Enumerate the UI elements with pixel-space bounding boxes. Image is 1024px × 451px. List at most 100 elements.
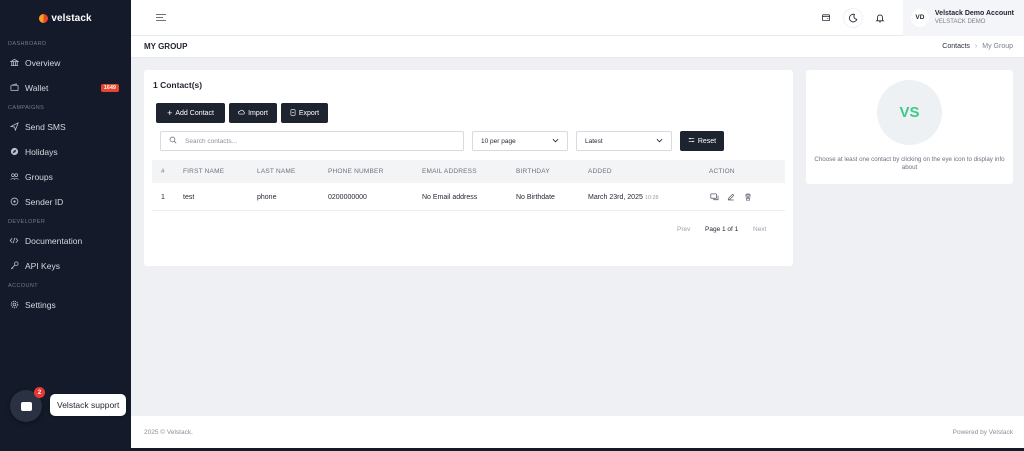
- menu-toggle-icon[interactable]: [156, 14, 166, 21]
- column-header-last-name[interactable]: LAST NAME: [257, 160, 296, 183]
- sidebar-item-settings[interactable]: Settings: [0, 292, 131, 317]
- sidebar-item-label: Holidays: [25, 146, 58, 157]
- breadcrumb: Contacts › My Group: [942, 43, 1013, 50]
- users-icon: [9, 172, 19, 182]
- sidebar-item-label: Documentation: [25, 235, 83, 246]
- target-icon: [9, 197, 19, 207]
- file-export-icon: [290, 108, 296, 118]
- sort-value: Latest: [585, 137, 603, 145]
- import-button[interactable]: Import: [229, 103, 277, 123]
- moon-icon[interactable]: [843, 8, 862, 27]
- per-page-select[interactable]: 10 per page: [472, 131, 568, 151]
- view-contact-icon[interactable]: [710, 193, 719, 203]
- page-title: MY GROUP: [144, 42, 188, 51]
- chat-unread-badge: 2: [34, 387, 45, 398]
- wallet-icon: [9, 83, 19, 93]
- sidebar-section-campaigns: CAMPAIGNS: [8, 105, 45, 111]
- account-org: VELSTACK DEMO: [934, 19, 986, 25]
- per-page-value: 10 per page: [481, 137, 516, 145]
- table-row: 1 test phone 0200000000 No Email address…: [152, 185, 785, 211]
- plus-icon: +: [167, 108, 173, 118]
- account-menu[interactable]: VD Velstack Demo Account VELSTACK DEMO: [902, 0, 1024, 36]
- sidebar-section-dashboard: DASHBOARD: [8, 41, 47, 47]
- column-header-first-name[interactable]: FIRST NAME: [183, 160, 224, 183]
- trash-icon[interactable]: [744, 193, 752, 203]
- column-header-index: #: [161, 168, 165, 175]
- wallet-balance-badge: 1649: [100, 83, 119, 92]
- chat-icon: [20, 401, 32, 411]
- bell-icon[interactable]: [871, 9, 889, 27]
- code-icon: [9, 236, 19, 246]
- brand-logo[interactable]: velstack: [0, 0, 131, 36]
- column-header-email[interactable]: EMAIL ADDRESS: [422, 160, 477, 183]
- add-contact-button[interactable]: + Add Contact: [156, 103, 225, 123]
- sliders-icon: [688, 137, 695, 145]
- edit-icon[interactable]: [727, 193, 735, 203]
- sidebar-item-documentation[interactable]: Documentation: [0, 228, 131, 253]
- top-header: VD Velstack Demo Account VELSTACK DEMO: [131, 0, 1024, 36]
- sidebar-item-api-keys[interactable]: API Keys: [0, 253, 131, 278]
- sidebar-item-label: Overview: [25, 57, 61, 68]
- reset-button[interactable]: Reset: [680, 131, 724, 151]
- added-date: March 23rd, 2025: [588, 194, 643, 201]
- search-input[interactable]: [185, 137, 445, 145]
- column-header-action: ACTION: [709, 168, 735, 175]
- column-header-phone[interactable]: PHONE NUMBER: [328, 160, 384, 183]
- chevron-right-icon: ›: [974, 43, 978, 50]
- wallet-icon[interactable]: [817, 9, 835, 27]
- cell-first-name: test: [183, 194, 195, 201]
- sidebar-item-label: API Keys: [25, 260, 60, 271]
- import-label: Import: [248, 109, 268, 117]
- sidebar-item-send-sms[interactable]: Send SMS: [0, 114, 131, 139]
- prev-page-button[interactable]: Prev: [677, 226, 690, 233]
- contact-avatar: VS: [877, 80, 942, 145]
- sort-select[interactable]: Latest: [576, 131, 672, 151]
- sidebar-item-label: Sender ID: [25, 196, 64, 207]
- sidebar-item-sender-id[interactable]: Sender ID: [0, 189, 131, 214]
- sidebar: velstack DASHBOARD Overview Wallet 1649 …: [0, 0, 131, 451]
- sidebar-item-label: Send SMS: [25, 121, 66, 132]
- cell-index: 1: [161, 194, 165, 201]
- page-indicator: Page 1 of 1: [705, 226, 739, 233]
- cell-phone: 0200000000: [328, 194, 367, 201]
- export-label: Export: [298, 109, 320, 117]
- sidebar-section-developer: DEVELOPER: [8, 219, 46, 225]
- sidebar-section-account: ACCOUNT: [8, 283, 38, 289]
- send-icon: [9, 122, 19, 132]
- sidebar-item-label: Settings: [25, 299, 56, 310]
- cell-birthday: No Birthdate: [516, 194, 555, 201]
- avatar: VD: [910, 8, 929, 27]
- cell-added: March 23rd, 2025 10:28: [588, 185, 659, 211]
- gear-icon: [9, 300, 19, 310]
- info-panel-message: Choose at least one contact by clicking …: [814, 156, 1005, 172]
- next-page-button[interactable]: Next: [753, 226, 766, 233]
- brand-name: velstack: [51, 12, 92, 24]
- sidebar-item-overview[interactable]: Overview: [0, 50, 131, 75]
- support-chat-label[interactable]: Velstack support: [50, 394, 127, 416]
- breadcrumb-link-contacts[interactable]: Contacts: [942, 43, 970, 50]
- add-contact-label: Add Contact: [175, 109, 214, 117]
- sidebar-item-holidays[interactable]: Holidays: [0, 139, 131, 164]
- contact-info-panel: VS Choose at least one contact by clicki…: [806, 70, 1013, 184]
- sidebar-item-wallet[interactable]: Wallet 1649: [0, 75, 131, 100]
- account-name: Velstack Demo Account: [934, 10, 1014, 17]
- sidebar-item-groups[interactable]: Groups: [0, 164, 131, 189]
- chevron-down-icon: [656, 138, 663, 145]
- breadcrumb-current: My Group: [982, 43, 1013, 50]
- search-icon: [169, 136, 177, 146]
- chevron-down-icon: [552, 138, 559, 145]
- column-header-added[interactable]: ADDED: [588, 160, 612, 183]
- footer-powered-by: Powered by Velstack: [952, 428, 1013, 436]
- search-field[interactable]: [160, 131, 464, 151]
- compass-icon: [9, 147, 19, 157]
- table-header: # FIRST NAME LAST NAME PHONE NUMBER EMAI…: [152, 160, 785, 183]
- column-header-birthday[interactable]: BIRTHDAY: [516, 160, 550, 183]
- cell-email: No Email address: [422, 194, 478, 201]
- contacts-card: 1 Contact(s) + Add Contact Import Export…: [144, 70, 793, 266]
- cell-last-name: phone: [257, 194, 277, 201]
- cloud-upload-icon: [238, 109, 245, 117]
- footer-copyright: 2025 © Velstack.: [144, 428, 193, 436]
- sidebar-item-label: Wallet: [25, 82, 49, 93]
- footer: 2025 © Velstack. Powered by Velstack: [131, 416, 1024, 448]
- export-button[interactable]: Export: [281, 103, 328, 123]
